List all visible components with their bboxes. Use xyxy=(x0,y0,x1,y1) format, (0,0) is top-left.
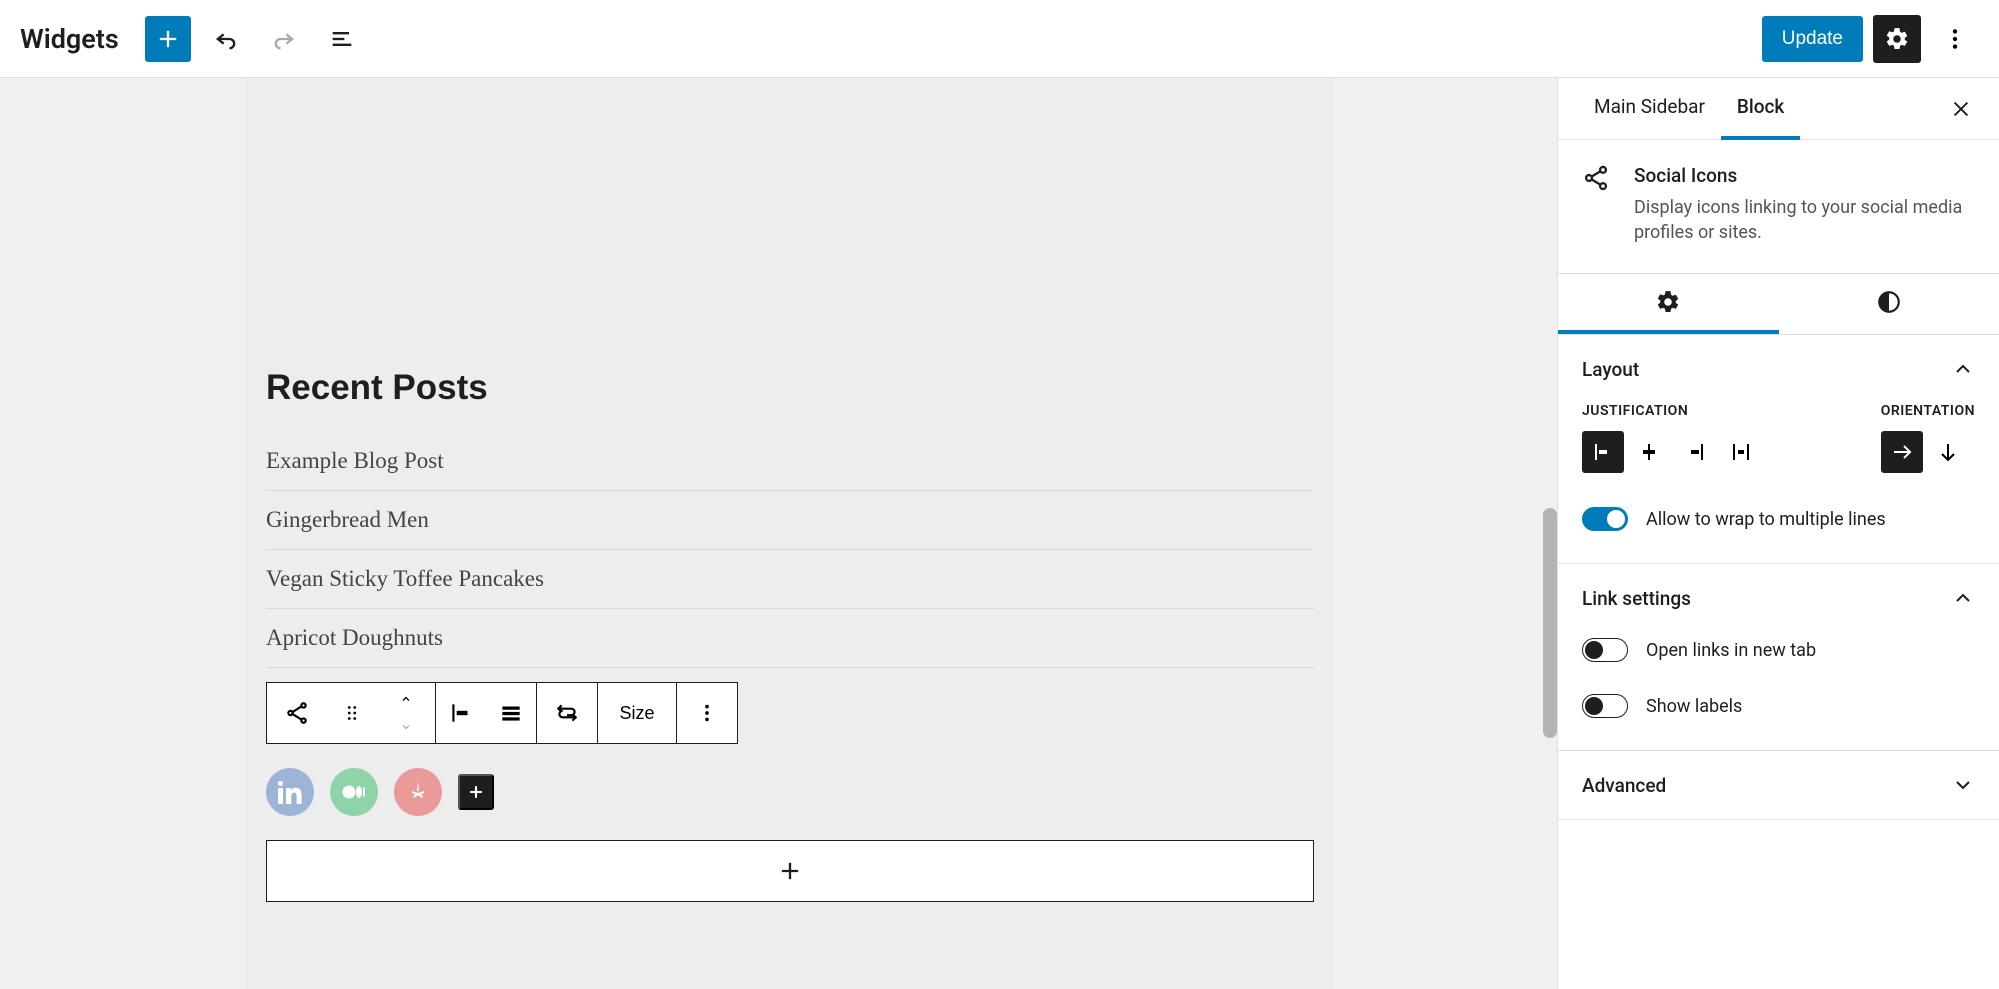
empty-widget-space xyxy=(266,78,1314,368)
chevron-up-icon xyxy=(1951,586,1975,610)
yelp-icon[interactable] xyxy=(394,768,442,816)
justification-buttons xyxy=(1582,431,1762,473)
advanced-panel: Advanced xyxy=(1558,751,1999,820)
open-new-tab-toggle[interactable] xyxy=(1582,638,1628,662)
block-appender[interactable] xyxy=(266,840,1314,902)
drag-handle[interactable] xyxy=(327,683,377,743)
chevron-down-icon xyxy=(1951,773,1975,797)
orientation-horizontal-button[interactable] xyxy=(1881,431,1923,473)
link-settings-panel-header[interactable]: Link settings xyxy=(1558,564,1999,632)
undo-button[interactable] xyxy=(203,16,249,62)
justification-label: JUSTIFICATION xyxy=(1582,403,1762,419)
block-info-card: Social Icons Display icons linking to yo… xyxy=(1558,140,1999,274)
link-settings-panel: Link settings Open links in new tab Show… xyxy=(1558,564,1999,751)
share-icon xyxy=(1582,164,1614,245)
update-button[interactable]: Update xyxy=(1762,16,1863,62)
block-movers xyxy=(377,683,435,743)
move-up-button[interactable] xyxy=(398,685,414,713)
widget-area: Recent Posts Example Blog Post Gingerbre… xyxy=(246,78,1334,902)
social-icons-block[interactable] xyxy=(266,768,1314,816)
recent-posts-list: Example Blog Post Gingerbread Men Vegan … xyxy=(266,432,1314,668)
align-button[interactable] xyxy=(486,683,536,743)
main-area: Recent Posts Example Blog Post Gingerbre… xyxy=(0,78,1999,989)
show-labels-row: Show labels xyxy=(1582,688,1975,724)
layout-panel: Layout JUSTIFICATION xyxy=(1558,335,1999,564)
chevron-up-icon xyxy=(1951,357,1975,381)
panel-title: Layout xyxy=(1582,358,1639,381)
header-right: Update xyxy=(1762,15,1979,63)
justify-items-button[interactable] xyxy=(436,683,486,743)
styles-icon xyxy=(1876,289,1902,315)
layout-panel-header[interactable]: Layout xyxy=(1558,335,1999,403)
orientation-label: ORIENTATION xyxy=(1881,403,1975,419)
settings-sidebar: Main Sidebar Block Social Icons Display … xyxy=(1557,78,1999,989)
justify-space-between-button[interactable] xyxy=(1720,431,1762,473)
advanced-panel-header[interactable]: Advanced xyxy=(1558,751,1999,819)
tab-main-sidebar[interactable]: Main Sidebar xyxy=(1578,78,1721,140)
page-title: Widgets xyxy=(20,23,119,55)
orientation-buttons xyxy=(1881,431,1969,473)
recent-posts-heading: Recent Posts xyxy=(266,368,1314,408)
subtab-styles[interactable] xyxy=(1779,274,1999,334)
widget-area-container: Recent Posts Example Blog Post Gingerbre… xyxy=(246,78,1334,989)
header-left: Widgets xyxy=(20,16,365,62)
gear-icon xyxy=(1655,289,1681,315)
scrollbar[interactable] xyxy=(1543,508,1557,738)
wrap-toggle-row: Allow to wrap to multiple lines xyxy=(1582,501,1975,537)
list-item[interactable]: Example Blog Post xyxy=(266,432,1314,491)
size-button[interactable]: Size xyxy=(598,683,676,743)
justify-left-button[interactable] xyxy=(1582,431,1624,473)
sidebar-tabs: Main Sidebar Block xyxy=(1558,78,1999,140)
editor-header: Widgets Update xyxy=(0,0,1999,78)
more-options-button[interactable] xyxy=(1931,15,1979,63)
wrap-toggle-label: Allow to wrap to multiple lines xyxy=(1646,509,1886,530)
add-social-icon-button[interactable] xyxy=(458,774,494,810)
panel-title: Advanced xyxy=(1582,774,1666,797)
show-labels-toggle[interactable] xyxy=(1582,694,1628,718)
justify-center-button[interactable] xyxy=(1628,431,1670,473)
move-down-button[interactable] xyxy=(398,713,414,741)
close-sidebar-button[interactable] xyxy=(1943,91,1979,127)
block-toolbar: Size xyxy=(266,682,738,744)
block-more-options-button[interactable] xyxy=(677,683,737,743)
open-new-tab-label: Open links in new tab xyxy=(1646,640,1816,661)
document-outline-button[interactable] xyxy=(319,16,365,62)
settings-subtabs xyxy=(1558,274,1999,335)
block-title: Social Icons xyxy=(1634,164,1975,187)
justify-right-button[interactable] xyxy=(1674,431,1716,473)
list-item[interactable]: Apricot Doughnuts xyxy=(266,609,1314,668)
show-labels-label: Show labels xyxy=(1646,696,1742,717)
add-block-button[interactable] xyxy=(145,16,191,62)
list-item[interactable]: Gingerbread Men xyxy=(266,491,1314,550)
editor-canvas[interactable]: Recent Posts Example Blog Post Gingerbre… xyxy=(0,78,1557,989)
settings-button[interactable] xyxy=(1873,15,1921,63)
subtab-settings[interactable] xyxy=(1558,274,1779,334)
block-type-button[interactable] xyxy=(267,683,327,743)
wrap-toggle[interactable] xyxy=(1582,507,1628,531)
panel-title: Link settings xyxy=(1582,587,1691,610)
block-description: Display icons linking to your social med… xyxy=(1634,195,1975,245)
orientation-vertical-button[interactable] xyxy=(1927,431,1969,473)
redo-button[interactable] xyxy=(261,16,307,62)
open-new-tab-row: Open links in new tab xyxy=(1582,632,1975,668)
list-item[interactable]: Vegan Sticky Toffee Pancakes xyxy=(266,550,1314,609)
linkedin-icon[interactable] xyxy=(266,768,314,816)
medium-icon[interactable] xyxy=(330,768,378,816)
transform-button[interactable] xyxy=(537,683,597,743)
tab-block[interactable]: Block xyxy=(1721,78,1800,140)
